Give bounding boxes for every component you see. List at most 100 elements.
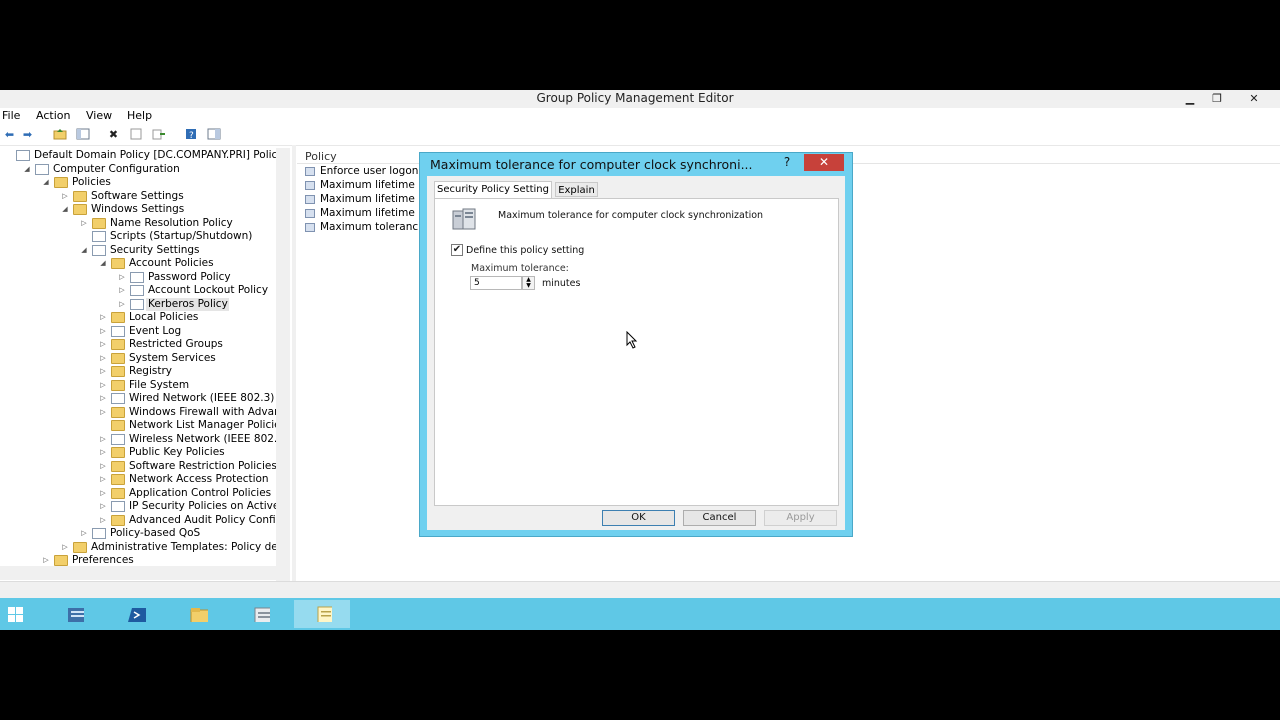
tree-item[interactable]: ▷ Network Access Protection: [0, 473, 276, 486]
tree-expander-icon[interactable]: ▷: [79, 217, 89, 230]
tree-item-label: Software Settings: [91, 189, 184, 202]
tree-item[interactable]: ▷ Name Resolution Policy: [0, 217, 276, 230]
tree-item[interactable]: Network List Manager Policies: [0, 419, 286, 432]
tree-item[interactable]: ▷ Wireless Network (IEEE 802.11): [0, 433, 290, 446]
start-button[interactable]: [0, 600, 34, 628]
taskbar-group-policy-mgmt[interactable]: [232, 600, 288, 628]
define-setting-checkbox[interactable]: ✔: [451, 244, 463, 256]
spin-down-icon[interactable]: ▼: [523, 283, 534, 289]
tree-expander-icon[interactable]: ▷: [98, 446, 108, 459]
tree-expander-icon[interactable]: ◢: [60, 203, 70, 216]
tree-item[interactable]: ▷ Restricted Groups: [0, 338, 276, 351]
define-setting-label[interactable]: Define this policy setting: [466, 245, 584, 256]
tab-explain[interactable]: Explain: [555, 182, 598, 197]
tree-item[interactable]: ▷ Software Restriction Policies: [0, 460, 277, 473]
tree-expander-icon[interactable]: ▷: [60, 541, 70, 554]
tree-horizontal-scrollbar[interactable]: [0, 566, 276, 580]
tree-item[interactable]: ▷ Registry: [0, 365, 276, 378]
tree-item[interactable]: ▷ Windows Firewall with Advanc: [0, 406, 287, 419]
tree-item[interactable]: ▷ File System: [0, 379, 276, 392]
tree-expander-icon[interactable]: ▷: [98, 473, 108, 486]
tree-item[interactable]: ▷ Administrative Templates: Policy defi: [0, 541, 284, 554]
max-tolerance-input[interactable]: 5: [470, 276, 522, 290]
tree-expander-icon[interactable]: ◢: [22, 163, 32, 176]
export-list-icon[interactable]: [151, 128, 166, 142]
tree-expander-icon[interactable]: ▷: [117, 271, 127, 284]
tree-item[interactable]: ◢ Security Settings: [0, 244, 276, 257]
tab-security-policy-setting[interactable]: Security Policy Setting: [434, 181, 552, 198]
back-arrow-icon[interactable]: ⬅: [2, 128, 17, 142]
ok-button[interactable]: OK: [602, 510, 675, 526]
chart-icon: [92, 528, 106, 539]
tree-expander-icon[interactable]: ▷: [98, 433, 108, 446]
column-header-policy[interactable]: Policy: [305, 150, 337, 163]
help-book-icon[interactable]: ?: [183, 128, 198, 142]
dialog-close-button[interactable]: ✕: [804, 154, 844, 171]
forward-arrow-icon[interactable]: ➡: [20, 128, 35, 142]
menu-file[interactable]: File: [2, 109, 20, 122]
tree-expander-icon[interactable]: ▷: [98, 392, 108, 405]
taskbar-powershell[interactable]: [108, 600, 164, 628]
menu-help[interactable]: Help: [127, 109, 152, 122]
tree-expander-icon[interactable]: ◢: [98, 257, 108, 270]
menu-view[interactable]: View: [86, 109, 112, 122]
tree-item[interactable]: ▷ Event Log: [0, 325, 276, 338]
tree-item[interactable]: ▷ Advanced Audit Policy Config: [0, 514, 282, 527]
tree-expander-icon[interactable]: ▷: [98, 325, 108, 338]
max-tolerance-spinner[interactable]: ▲ ▼: [522, 276, 535, 290]
pane-splitter[interactable]: [292, 145, 296, 582]
tree-item[interactable]: ▷ Account Lockout Policy: [0, 284, 276, 297]
show-hide-action-pane-icon[interactable]: [206, 128, 221, 142]
tree-expander-icon[interactable]: ◢: [79, 244, 89, 257]
tree-item[interactable]: ▷ Software Settings: [0, 190, 276, 203]
tree-expander-icon[interactable]: ▷: [98, 365, 108, 378]
tree-item-selected[interactable]: ▷ Kerberos Policy: [119, 297, 229, 311]
tree-item[interactable]: Default Domain Policy [DC.COMPANY.PRI] P…: [0, 149, 277, 162]
tree-expander-icon[interactable]: ▷: [117, 284, 127, 297]
tree-item[interactable]: ▷ IP Security Policies on Active D: [0, 500, 290, 513]
tree-expander-icon[interactable]: ▷: [98, 338, 108, 351]
tree-item-label: IP Security Policies on Active D: [129, 500, 290, 512]
close-window-button[interactable]: ✕: [1241, 90, 1267, 107]
tree-item[interactable]: ▷ System Services: [0, 352, 276, 365]
tree-item[interactable]: ◢ Windows Settings: [0, 203, 276, 216]
taskbar-file-explorer[interactable]: [170, 600, 226, 628]
title-bar[interactable]: Group Policy Management Editor ▁ ❐ ✕: [0, 90, 1280, 109]
toolbar: ⬅ ➡ ✖ ?: [0, 125, 1280, 146]
tree-expander-icon[interactable]: ▷: [98, 311, 108, 324]
tree-vertical-scrollbar[interactable]: [276, 148, 290, 595]
cancel-button[interactable]: Cancel: [683, 510, 756, 526]
tree-item[interactable]: ◢ Account Policies: [0, 257, 276, 270]
tree-item[interactable]: ◢ Computer Configuration: [0, 163, 276, 176]
tree-expander-icon[interactable]: ▷: [98, 406, 108, 419]
tree-item[interactable]: ▷ Password Policy: [0, 271, 276, 284]
tree-expander-icon[interactable]: ▷: [98, 352, 108, 365]
tree-expander-icon[interactable]: ▷: [98, 514, 108, 527]
delete-icon[interactable]: ✖: [106, 128, 121, 142]
show-hide-tree-icon[interactable]: [75, 128, 90, 142]
tree-expander-icon[interactable]: ▷: [98, 379, 108, 392]
dialog-help-button[interactable]: ?: [774, 154, 800, 171]
tree-expander-icon[interactable]: ▷: [98, 460, 108, 473]
menu-action[interactable]: Action: [36, 109, 70, 122]
apply-button[interactable]: Apply: [764, 510, 837, 526]
properties-icon[interactable]: [128, 128, 143, 142]
taskbar-server-manager[interactable]: [46, 600, 102, 628]
tree-item[interactable]: Scripts (Startup/Shutdown): [0, 230, 276, 243]
restore-button[interactable]: ❐: [1204, 90, 1230, 107]
up-folder-icon[interactable]: [52, 128, 67, 142]
tree-item[interactable]: ▷ Local Policies: [0, 311, 276, 324]
tree-item[interactable]: ▷ Public Key Policies: [0, 446, 276, 459]
tree-item[interactable]: ▷ Wired Network (IEEE 802.3) Pol: [0, 392, 290, 405]
taskbar-gp-editor-active[interactable]: [294, 600, 350, 628]
minimize-button[interactable]: ▁: [1177, 90, 1203, 107]
tree-item[interactable]: ◢ Policies: [0, 176, 276, 189]
tree-expander-icon[interactable]: ▷: [98, 487, 108, 500]
tree-expander-icon[interactable]: ▷: [60, 190, 70, 203]
tree-item[interactable]: ▷ Policy-based QoS: [0, 527, 276, 540]
tree-expander-icon[interactable]: ▷: [117, 298, 127, 311]
tree-expander-icon[interactable]: ◢: [41, 176, 51, 189]
tree-item[interactable]: ▷ Application Control Policies: [0, 487, 276, 500]
tree-expander-icon[interactable]: ▷: [98, 500, 108, 513]
tree-expander-icon[interactable]: ▷: [79, 527, 89, 540]
